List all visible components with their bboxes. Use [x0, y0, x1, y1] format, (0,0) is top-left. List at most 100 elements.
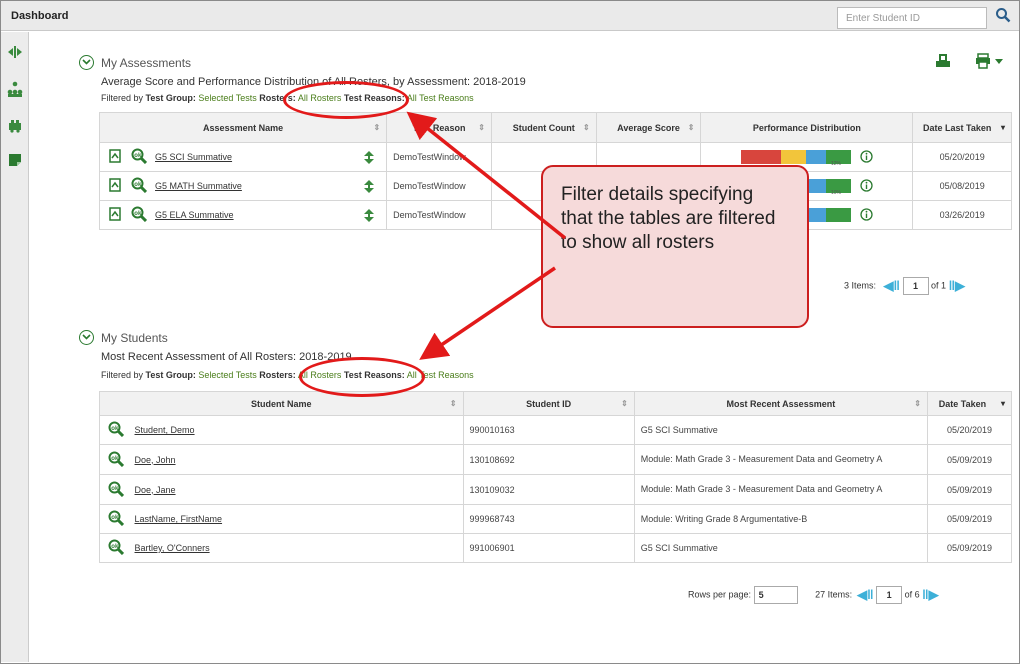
distribution-pct-label: 10%	[831, 190, 842, 195]
view-student-icon[interactable]: ok	[108, 510, 125, 528]
student-id-cell: 130108692	[462, 444, 635, 475]
info-icon[interactable]	[859, 178, 873, 194]
rows-per-page-input[interactable]: 5	[753, 586, 798, 604]
sort-icon[interactable]: ⇕	[450, 399, 457, 408]
student-id-cell: 999968743	[462, 504, 635, 534]
most-recent-assessment-cell: G5 SCI Summative	[633, 415, 928, 445]
expand-collapse-icon[interactable]	[7, 44, 23, 60]
view-results-icon[interactable]: ok	[131, 177, 147, 195]
student-id-search-input[interactable]	[837, 7, 987, 29]
most-recent-assessment-cell: Module: Writing Grade 8 Argumentative-B	[633, 504, 928, 534]
page-title: Dashboard	[11, 10, 69, 22]
view-results-icon[interactable]: ok	[131, 206, 147, 224]
filter-test-reasons-value: All Test Reasons	[406, 93, 474, 103]
students-subtitle: Most Recent Assessment of All Rosters: 2…	[101, 351, 352, 363]
highlight-ellipse-students	[299, 357, 425, 397]
col-header-most-recent-assessment[interactable]: Most Recent Assessment ⇕	[633, 391, 928, 416]
student-name-link[interactable]: Student, Demo	[135, 425, 195, 435]
export-icon[interactable]	[934, 52, 952, 70]
sort-icon[interactable]: ▾	[1001, 399, 1005, 408]
performance-distribution-bar[interactable]: 12%	[741, 148, 852, 166]
col-header-test-reason[interactable]: Test Reason ⇕	[386, 112, 492, 143]
test-reason-cell: DemoTestWindow	[386, 171, 492, 201]
expand-arrows-icon[interactable]	[364, 151, 375, 166]
col-header-date-taken[interactable]: Date Taken ▾	[926, 391, 1013, 416]
view-results-icon[interactable]: ok	[131, 148, 147, 166]
rosters-icon[interactable]	[7, 81, 23, 97]
col-header-date-last-taken[interactable]: Date Last Taken ▾	[912, 112, 1012, 143]
page-total: of 1	[931, 280, 947, 291]
page-number-input[interactable]: 1	[902, 277, 929, 295]
student-name-link[interactable]: LastName, FirstName	[135, 514, 223, 524]
report-icon[interactable]	[108, 178, 122, 194]
sort-icon[interactable]: ⇕	[621, 399, 628, 408]
assessment-name-link[interactable]: G5 SCI Summative	[155, 152, 232, 162]
table-row: ok Doe, John 130108692 Module: Math Grad…	[99, 444, 1013, 475]
highlight-ellipse-assessments	[283, 81, 409, 119]
assessments-pager: 3 Items: ◀‖ 1 of 1 ‖▶	[844, 277, 965, 295]
next-page-icon[interactable]: ‖▶	[922, 587, 938, 602]
col-header-average-score[interactable]: Average Score ⇕	[595, 112, 702, 143]
assessment-name-cell: ok G5 SCI Summative	[98, 142, 388, 172]
items-count: 3 Items:	[844, 280, 877, 291]
student-name-link[interactable]: Doe, Jane	[135, 485, 176, 495]
date-taken-cell: 05/09/2019	[926, 504, 1013, 534]
sort-icon[interactable]: ⇕	[914, 399, 921, 408]
my-students-collapse-icon[interactable]	[79, 330, 94, 345]
svg-text:ok: ok	[111, 426, 119, 432]
view-student-icon[interactable]: ok	[108, 539, 125, 557]
filter-rosters-label: Rosters:	[259, 370, 296, 380]
svg-text:ok: ok	[134, 211, 142, 217]
my-assessments-collapse-icon[interactable]	[79, 55, 94, 70]
info-icon[interactable]	[859, 207, 873, 223]
page-total: of 6	[904, 589, 920, 600]
view-student-icon[interactable]: ok	[108, 451, 125, 469]
date-last-taken-cell: 03/26/2019	[912, 200, 1012, 230]
col-header-performance-distribution: Performance Distribution	[700, 112, 914, 143]
sort-icon[interactable]: ⇕	[583, 123, 590, 132]
filter-prefix: Filtered by	[101, 93, 144, 103]
sort-icon[interactable]: ⇕	[478, 123, 485, 132]
info-icon[interactable]	[859, 149, 873, 165]
col-header-student-id[interactable]: Student ID ⇕	[462, 391, 635, 416]
col-header-student-name[interactable]: Student Name ⇕	[99, 391, 464, 416]
print-menu-icon[interactable]	[975, 52, 1005, 70]
search-icon[interactable]	[995, 7, 1015, 27]
expand-arrows-icon[interactable]	[364, 180, 375, 195]
student-name-link[interactable]: Bartley, O'Conners	[135, 543, 210, 553]
view-student-icon[interactable]: ok	[108, 481, 125, 499]
date-taken-cell: 05/09/2019	[926, 474, 1013, 505]
first-page-icon[interactable]: ◀‖	[884, 278, 900, 293]
sort-icon[interactable]: ⇕	[688, 123, 695, 132]
assessment-name-link[interactable]: G5 MATH Summative	[155, 181, 242, 191]
table-row: ok Student, Demo 990010163 G5 SCI Summat…	[99, 415, 1013, 445]
col-header-student-count[interactable]: Student Count ⇕	[490, 112, 597, 143]
table-row: ok Doe, Jane 130109032 Module: Math Grad…	[99, 474, 1013, 505]
sort-icon[interactable]: ▾	[1001, 123, 1005, 132]
students-table: Student Name ⇕ Student ID ⇕ Most Recent As…	[99, 391, 1013, 563]
most-recent-assessment-cell: Module: Math Grade 3 - Measurement Data …	[633, 474, 928, 505]
last-page-icon[interactable]: ‖▶	[949, 278, 965, 293]
page-number-input[interactable]: 1	[876, 586, 903, 604]
most-recent-assessment-cell: G5 SCI Summative	[633, 533, 928, 563]
sort-icon[interactable]: ⇕	[373, 123, 380, 132]
most-recent-assessment-cell: Module: Math Grade 3 - Measurement Data …	[633, 444, 928, 475]
school-bus-icon[interactable]	[7, 118, 23, 134]
expand-arrows-icon[interactable]	[364, 209, 375, 224]
date-taken-cell: 05/09/2019	[926, 444, 1013, 475]
report-icon[interactable]	[108, 207, 122, 223]
student-id-cell: 991006901	[462, 533, 635, 563]
test-reason-cell: DemoTestWindow	[386, 142, 492, 172]
test-reason-cell: DemoTestWindow	[386, 200, 492, 230]
filter-prefix: Filtered by	[101, 370, 144, 380]
first-page-icon[interactable]: ◀‖	[857, 587, 873, 602]
view-student-icon[interactable]: ok	[108, 421, 125, 439]
assessment-name-cell: ok G5 ELA Summative	[98, 200, 388, 230]
report-icon[interactable]	[108, 149, 122, 165]
student-name-link[interactable]: Doe, John	[135, 455, 176, 465]
svg-text:ok: ok	[111, 544, 119, 550]
svg-text:ok: ok	[111, 456, 119, 462]
assessment-name-link[interactable]: G5 ELA Summative	[155, 210, 234, 220]
student-name-cell: ok Doe, John	[99, 444, 464, 475]
notes-icon[interactable]	[7, 152, 23, 168]
